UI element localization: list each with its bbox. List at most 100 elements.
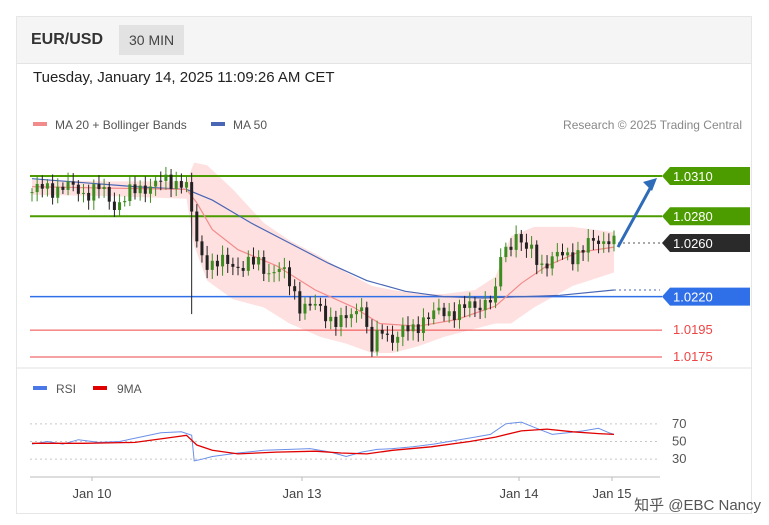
candle-body	[30, 192, 34, 194]
chart-canvas: MA 20 + Bollinger Bands MA 50 Research ©…	[16, 118, 752, 501]
candle-body	[334, 316, 338, 327]
candle-body	[349, 314, 353, 319]
rsi-tick-50: 50	[672, 434, 686, 449]
candle-body	[432, 310, 436, 319]
rsi-tick-30: 30	[672, 451, 686, 466]
candle-body	[494, 286, 498, 303]
candle-body	[370, 326, 374, 352]
candle-body	[509, 246, 513, 250]
candle-body	[107, 186, 111, 202]
candle-body	[442, 307, 446, 317]
candle	[51, 174, 55, 205]
candle-body	[545, 263, 549, 269]
candle	[499, 248, 503, 291]
candle-body	[169, 174, 173, 189]
candle-body	[360, 307, 364, 312]
x-label-Jan-15: Jan 15	[592, 486, 631, 501]
candle-body	[607, 241, 611, 245]
candle-body	[452, 311, 456, 321]
candle-body	[478, 307, 482, 311]
level-label-1.0260: 1.0260	[673, 236, 713, 251]
level-labels-layer: 1.0310 1.0280 1.0260 1.0220 1.0195 1.0175	[662, 167, 750, 364]
candle-body	[411, 324, 415, 332]
candle-body	[143, 185, 147, 194]
level-label-1.0195: 1.0195	[673, 322, 713, 337]
watermark: 知乎 @EBC Nancy	[634, 497, 761, 514]
candle-body	[282, 267, 286, 269]
candle-body	[277, 268, 281, 273]
candle-body	[514, 234, 518, 250]
x-axis-labels: Jan 10 Jan 13 Jan 14 Jan 15	[72, 477, 632, 501]
rsi-legend-label: RSI	[56, 382, 76, 396]
candle-body	[76, 184, 80, 194]
candle-body	[602, 241, 606, 244]
x-label-Jan-13: Jan 13	[282, 486, 321, 501]
candle	[143, 176, 147, 203]
ma50-legend-label: MA 50	[233, 118, 267, 132]
candle-body	[483, 299, 487, 311]
candle-body	[128, 184, 132, 202]
candle	[118, 194, 122, 216]
candle-body	[159, 180, 163, 182]
level-label-1.0280: 1.0280	[673, 209, 713, 224]
candle-body	[298, 291, 302, 314]
candle-body	[524, 242, 528, 249]
candle-body	[35, 183, 39, 193]
level-label-1.0310: 1.0310	[673, 169, 713, 184]
candle-body	[102, 186, 106, 190]
candle-body	[97, 184, 101, 190]
candle-body	[437, 307, 441, 311]
candle-body	[82, 192, 86, 194]
candle-body	[179, 181, 183, 188]
candle-body	[154, 180, 158, 187]
candle-body	[457, 304, 461, 321]
candle-body	[272, 272, 276, 274]
candle-body	[468, 301, 472, 308]
candle-body	[257, 257, 261, 265]
candle-body	[406, 325, 410, 332]
candle-body	[396, 336, 400, 343]
candle-body	[591, 238, 595, 241]
candle-body	[66, 181, 70, 190]
candle-body	[221, 254, 225, 267]
candle-body	[174, 181, 178, 189]
candle-body	[499, 257, 503, 287]
candle-body	[215, 260, 219, 267]
candle-body	[519, 234, 523, 243]
candle-body	[200, 241, 204, 256]
candle-body	[123, 201, 127, 203]
ma20-legend-swatch	[33, 122, 47, 126]
candle-body	[421, 317, 425, 334]
candle-body	[148, 186, 152, 194]
candle-body	[581, 250, 585, 253]
candle-body	[380, 329, 384, 334]
candle-body	[612, 235, 616, 245]
projection-arrow	[616, 182, 655, 248]
candle-body	[190, 182, 194, 212]
candle-body	[571, 252, 575, 265]
candle-body	[133, 184, 137, 194]
candle-body	[560, 251, 564, 256]
candle-body	[71, 181, 75, 185]
candle-body	[329, 316, 333, 322]
candle-body	[318, 303, 322, 306]
ma50-legend-swatch	[211, 122, 225, 126]
candle-body	[530, 244, 534, 249]
candle-body	[112, 201, 116, 211]
candle-body	[56, 186, 60, 198]
credit-text: Research © 2025 Trading Central	[563, 118, 742, 132]
ma9-legend-label: 9MA	[117, 382, 142, 396]
rsi-panel: 70 50 30	[30, 416, 686, 466]
candle-body	[210, 260, 214, 270]
candle-body	[308, 303, 312, 306]
candle-body	[313, 303, 317, 306]
candle-body	[87, 192, 91, 201]
candle-body	[401, 325, 405, 337]
candle-body	[586, 238, 590, 253]
rsi-tick-70: 70	[672, 416, 686, 431]
candle-body	[51, 183, 55, 198]
candle-body	[473, 301, 477, 308]
candle-body	[488, 299, 492, 303]
candle-body	[246, 256, 250, 271]
candle-body	[61, 186, 65, 190]
